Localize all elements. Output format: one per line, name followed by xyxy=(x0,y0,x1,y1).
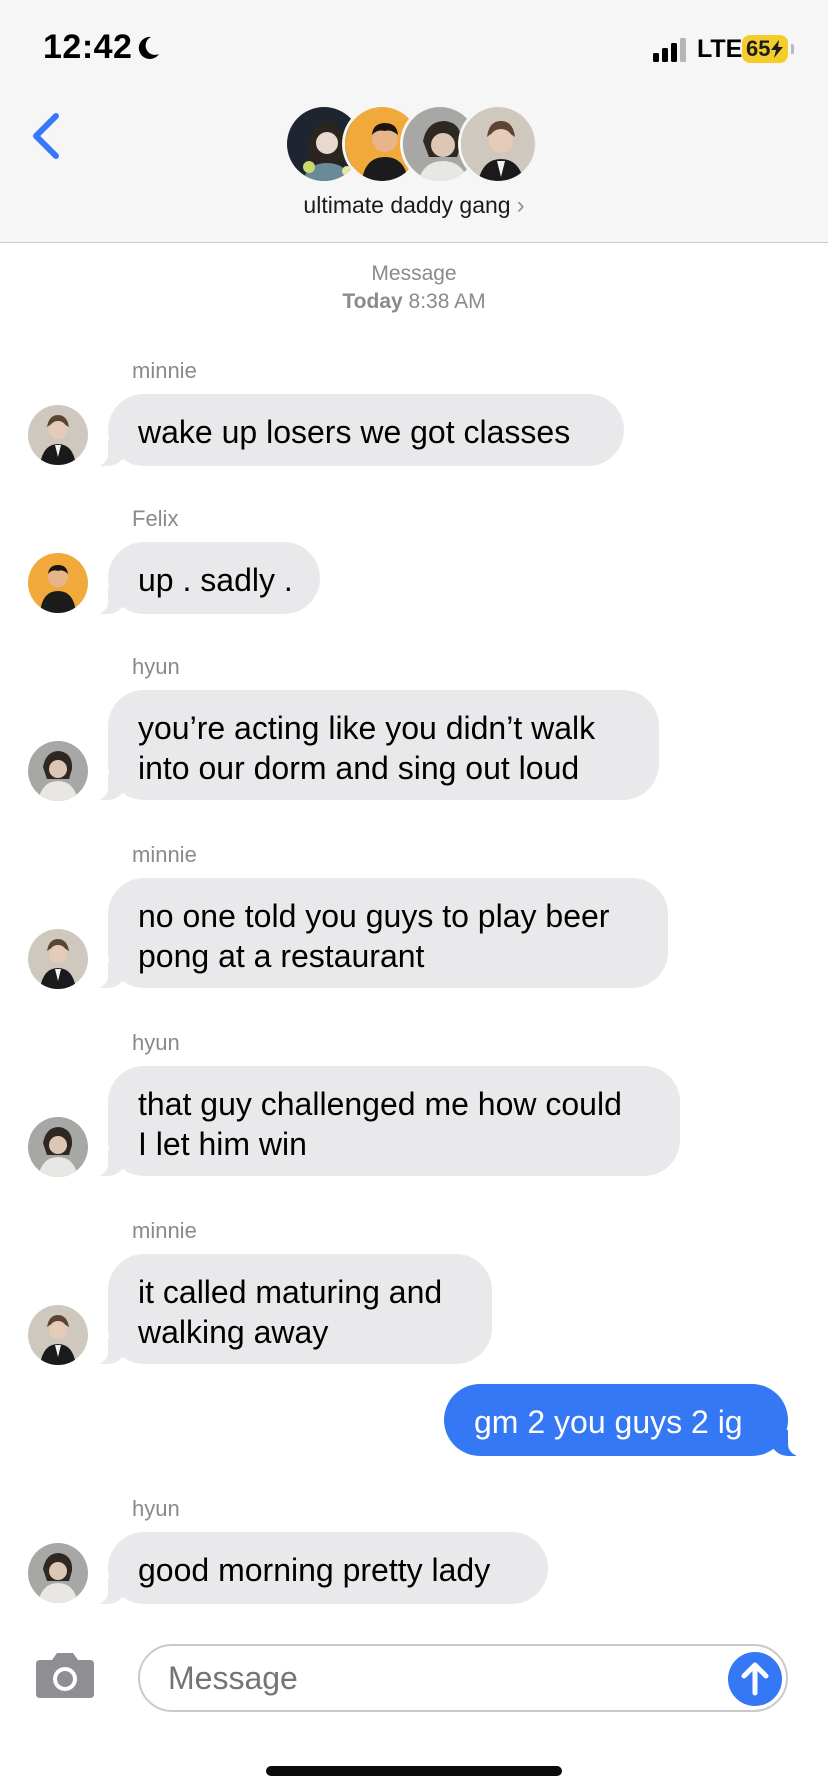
avatar[interactable] xyxy=(28,405,88,465)
my-message-bubble[interactable]: gm 2 you guys 2 ig xyxy=(444,1384,806,1456)
sender-name: minnie xyxy=(132,358,197,383)
message-bubble[interactable]: wake up losers we got classes xyxy=(90,394,624,466)
sender-name: hyun xyxy=(132,1030,180,1055)
sender-name: hyun xyxy=(132,654,180,679)
avatar[interactable] xyxy=(28,1305,88,1365)
message-bubble[interactable]: good morning pretty lady xyxy=(90,1532,548,1604)
avatar[interactable] xyxy=(28,741,88,801)
timestamp-time: 8:38 AM xyxy=(408,290,486,313)
message-text-line: that guy challenged me how could xyxy=(138,1086,622,1122)
group-name[interactable]: ultimate daddy gang › xyxy=(0,192,828,220)
message-bubble[interactable]: it called maturing and walking away xyxy=(90,1254,492,1364)
sender-name: minnie xyxy=(132,842,197,867)
message-bubble[interactable]: no one told you guys to play beer pong a… xyxy=(90,878,668,988)
battery-level: 65 xyxy=(746,36,771,61)
message-text: up . sadly . xyxy=(138,562,293,598)
send-button[interactable] xyxy=(728,1652,782,1706)
group-avatars[interactable] xyxy=(284,104,544,184)
message-text-line: no one told you guys to play beer xyxy=(138,898,610,934)
avatar[interactable] xyxy=(28,1543,88,1603)
message-text-line: you’re acting like you didn’t walk xyxy=(138,710,596,746)
camera-icon[interactable] xyxy=(34,1650,96,1700)
battery-indicator: 65 xyxy=(742,35,788,63)
cellular-signal-icon xyxy=(653,38,686,62)
avatar[interactable] xyxy=(28,553,88,613)
group-avatar xyxy=(458,104,538,184)
network-type: LTE xyxy=(697,35,743,63)
status-time: 12:42 xyxy=(43,28,133,66)
moon-icon xyxy=(138,36,159,59)
charging-bolt-icon xyxy=(771,40,783,58)
message-text: gm 2 you guys 2 ig xyxy=(474,1404,743,1440)
sender-name: hyun xyxy=(132,1496,180,1521)
avatar[interactable] xyxy=(28,929,88,989)
message-text: wake up losers we got classes xyxy=(138,414,571,450)
message-input[interactable] xyxy=(138,1644,788,1712)
chevron-left-icon[interactable] xyxy=(30,112,64,160)
message-text: good morning pretty lady xyxy=(138,1552,491,1588)
message-text-line: into our dorm and sing out loud xyxy=(138,750,580,786)
sender-name: minnie xyxy=(132,1218,197,1243)
group-name-label: ultimate daddy gang xyxy=(303,192,511,218)
nav-header: 12:42 LTE 65 ultimate daddy gang › xyxy=(0,0,828,243)
message-text-line: it called maturing and xyxy=(138,1274,443,1310)
message-bubble[interactable]: you’re acting like you didn’t walk into … xyxy=(90,690,659,800)
message-text-line: walking away xyxy=(138,1314,329,1350)
message-bubble[interactable]: that guy challenged me how could I let h… xyxy=(90,1066,680,1176)
message-text-line: pong at a restaurant xyxy=(138,938,425,974)
timestamp-label: Message xyxy=(371,262,457,285)
message-bubble[interactable]: up . sadly . xyxy=(90,542,320,614)
timestamp: Today 8:38 AM xyxy=(0,290,828,314)
sender-name: Felix xyxy=(132,506,179,531)
timestamp-day: Today xyxy=(342,290,403,313)
battery-nub xyxy=(791,44,794,54)
home-indicator[interactable] xyxy=(266,1766,562,1776)
message-text-line: I let him win xyxy=(138,1126,307,1162)
send-arrow-icon xyxy=(741,1662,769,1696)
chevron-right-icon: › xyxy=(516,192,525,219)
avatar[interactable] xyxy=(28,1117,88,1177)
